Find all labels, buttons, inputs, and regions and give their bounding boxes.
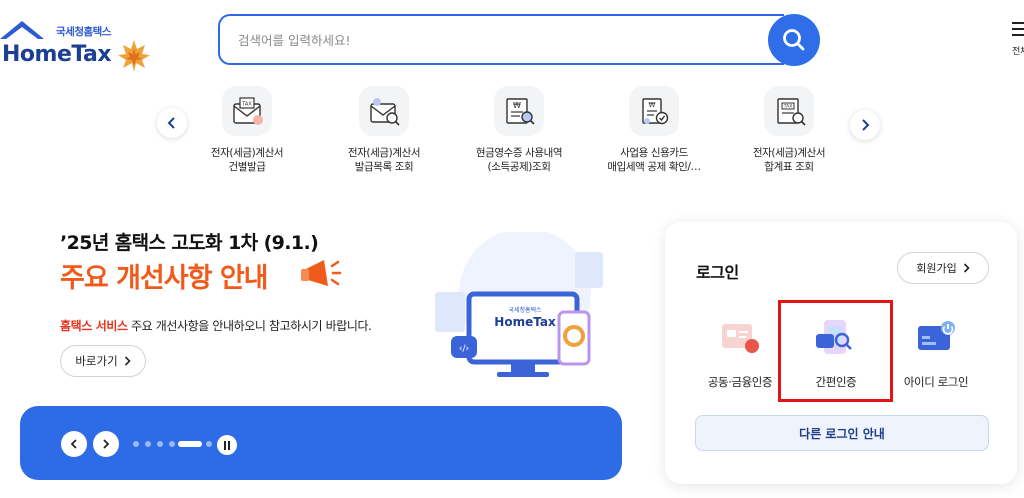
signup-button[interactable]: 회원가입	[897, 252, 989, 284]
house-roof-icon	[0, 21, 44, 39]
other-login-guide-button[interactable]: 다른 로그인 안내	[695, 415, 989, 451]
maple-leaf-icon	[118, 40, 150, 72]
certificate-icon	[722, 324, 759, 353]
logo-subtitle: 국세청홈택스	[56, 26, 111, 38]
goto-button[interactable]: 바로가기	[60, 345, 146, 377]
quick-item-invoice-list[interactable]: 전자(세금)계산서 발급목록 조회	[324, 86, 444, 174]
banner-desc-text: 주요 개선사항을 안내하오니 참고하시기 바랍니다.	[127, 319, 372, 333]
illus-logo-main: HomeTax	[494, 315, 556, 329]
svg-text:TAX: TAX	[783, 104, 793, 110]
cash-receipt-icon: ₩	[506, 98, 535, 125]
search-button[interactable]	[768, 14, 820, 66]
hamburger-icon	[1012, 22, 1024, 40]
quick-item-label: 전자(세금)계산서 건별발급	[210, 147, 284, 173]
quick-item-invoice-issue[interactable]: TAX 전자(세금)계산서 건별발급	[187, 86, 307, 174]
svg-text:₩: ₩	[649, 101, 656, 109]
goto-label: 바로가기	[75, 354, 118, 368]
id-login-option[interactable]: 아이디 로그인	[888, 318, 984, 390]
slide-dot[interactable]	[206, 441, 212, 447]
banner-next-button[interactable]	[93, 431, 119, 457]
all-menu-label: 전체메뉴	[1012, 47, 1024, 57]
certificate-login-option[interactable]: 공동·금융인증	[692, 318, 788, 390]
search-input[interactable]	[238, 28, 758, 52]
quick-item-label: 현금영수증 사용내역 (소득공제)조회	[475, 147, 563, 173]
slide-dot[interactable]	[145, 441, 151, 447]
slide-dot[interactable]	[169, 441, 175, 447]
code-icon: ‹/›	[459, 344, 469, 354]
quick-item-label: 사업용 신용카드 매입세액 공제 확인/…	[607, 147, 701, 173]
pause-icon	[224, 440, 230, 450]
slide-dot[interactable]	[133, 441, 139, 447]
megaphone-icon	[301, 260, 342, 286]
chevron-right-icon	[124, 356, 131, 366]
logo-title: HomeTax	[2, 42, 112, 67]
quick-menu-prev-button[interactable]	[157, 108, 187, 138]
search-box[interactable]	[218, 14, 784, 65]
card-check-icon: ₩	[642, 98, 669, 125]
tax-search-icon	[370, 98, 400, 126]
slide-dot-active[interactable]	[178, 441, 202, 447]
search-icon	[783, 29, 805, 51]
quick-item-invoice-summary[interactable]: TAX 전자(세금)계산서 합계표 조회	[729, 86, 849, 174]
login-option-label: 공동·금융인증	[707, 375, 773, 389]
chevron-left-icon	[167, 117, 175, 129]
slide-dot[interactable]	[157, 441, 163, 447]
all-menu-button[interactable]: 전체메뉴	[1004, 20, 1024, 58]
quick-menu-next-button[interactable]	[850, 110, 880, 140]
banner-title: ’25년 홈택스 고도화 1차 (9.1.)	[60, 232, 319, 254]
banner-headline: 주요 개선사항 안내	[60, 263, 269, 294]
quick-item-label: 전자(세금)계산서 합계표 조회	[752, 147, 826, 173]
banner-pause-button[interactable]	[217, 435, 237, 455]
chevron-right-icon	[963, 263, 970, 273]
quick-item-business-card[interactable]: ₩ 사업용 신용카드 매입세액 공제 확인/…	[594, 86, 714, 174]
chevron-right-icon	[862, 119, 870, 131]
svg-text:TAX: TAX	[241, 102, 252, 108]
banner-prev-button[interactable]	[61, 431, 87, 457]
svg-text:₩: ₩	[513, 101, 521, 110]
tax-summary-icon: TAX	[777, 98, 806, 126]
highlight-box	[778, 300, 893, 402]
hometax-monitor-illustration: 국세청홈택스 HomeTax ‹/›	[435, 232, 603, 377]
illus-logo-sub: 국세청홈택스	[508, 306, 542, 314]
quick-item-label: 전자(세금)계산서 발급목록 조회	[347, 147, 421, 173]
signup-label: 회원가입	[916, 262, 957, 275]
tax-envelope-icon: TAX	[233, 97, 263, 125]
hometax-logo[interactable]: 국세청홈택스 HomeTax	[0, 16, 160, 72]
banner-desc-highlight: 홈택스 서비스	[60, 319, 128, 333]
banner-description: 홈택스 서비스 주요 개선사항을 안내하오니 참고하시기 바랍니다.	[60, 317, 372, 334]
chevron-right-icon	[103, 439, 110, 449]
chevron-left-icon	[70, 439, 77, 449]
login-option-label: 아이디 로그인	[903, 375, 969, 389]
id-login-icon	[918, 321, 955, 350]
login-title: 로그인	[696, 263, 739, 282]
quick-item-cash-receipt[interactable]: ₩ 현금영수증 사용내역 (소득공제)조회	[459, 86, 579, 174]
